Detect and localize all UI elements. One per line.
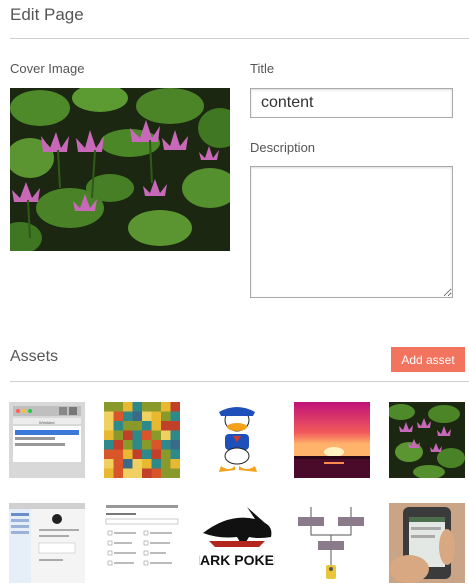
asset-thumbnail-app-window[interactable]: Wrinkled bbox=[9, 402, 85, 478]
title-input[interactable] bbox=[250, 88, 453, 118]
asset-thumbnail-shark-poker[interactable]: HARK POKER bbox=[199, 503, 275, 583]
assets-heading: Assets bbox=[10, 348, 59, 365]
description-label: Description bbox=[250, 140, 316, 155]
asset-thumbnail-sunset[interactable] bbox=[294, 402, 370, 478]
asset-thumbnail-admin-interface[interactable] bbox=[9, 503, 85, 583]
title-label: Title bbox=[250, 61, 275, 76]
asset-thumbnail-cartoon-duck[interactable] bbox=[199, 402, 275, 478]
add-asset-button[interactable]: Add asset bbox=[391, 347, 465, 372]
page-title: Edit Page bbox=[10, 5, 84, 24]
asset-thumbnail-phone-photo[interactable] bbox=[389, 503, 465, 583]
assets-divider bbox=[10, 381, 469, 382]
asset-thumbnail-flow-diagram[interactable] bbox=[294, 503, 370, 583]
asset-thumbnail-color-squares[interactable] bbox=[104, 402, 180, 478]
shark-poker-text: HARK POKER bbox=[199, 552, 275, 568]
app-window-text: Wrinkled bbox=[39, 420, 55, 425]
cover-image-label: Cover Image bbox=[10, 61, 85, 76]
asset-thumbnail-form-wireframe[interactable] bbox=[104, 503, 180, 583]
cover-image[interactable] bbox=[10, 88, 230, 251]
description-textarea[interactable] bbox=[250, 166, 453, 298]
asset-thumbnail-water-lilies[interactable] bbox=[389, 402, 465, 478]
header-divider bbox=[10, 38, 469, 39]
water-lily-image bbox=[10, 88, 230, 251]
